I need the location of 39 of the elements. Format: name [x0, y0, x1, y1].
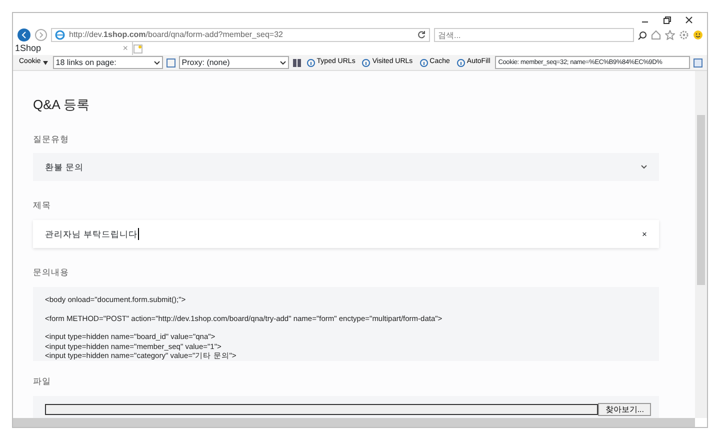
close-icon[interactable]	[685, 16, 693, 24]
browser-logo-icon	[55, 30, 65, 40]
file-path-field[interactable]	[45, 404, 598, 415]
chevron-icon	[641, 165, 647, 170]
file-upload-field[interactable]: 찾아보기...	[33, 396, 659, 418]
refresh-icon[interactable]	[417, 30, 426, 40]
horizontal-scrollbar[interactable]	[13, 418, 695, 427]
back-icon[interactable]	[17, 28, 31, 42]
home-icon[interactable]	[651, 30, 661, 40]
field-label: 질문유형	[33, 132, 70, 146]
forward-icon[interactable]	[35, 29, 47, 41]
restore-icon[interactable]	[663, 16, 671, 24]
info-icon	[456, 58, 465, 66]
page-title: Q&A 등록	[33, 96, 90, 114]
info-icon	[362, 58, 370, 66]
search-icon[interactable]	[638, 30, 647, 40]
smiley-icon[interactable]	[693, 30, 703, 40]
star-icon[interactable]	[665, 30, 675, 40]
clear-button[interactable]: ×	[642, 228, 647, 240]
chevron-icon	[154, 60, 160, 64]
vertical-scrollbar[interactable]	[695, 71, 707, 418]
field-label: 파일	[33, 374, 52, 388]
browser-tab[interactable]: 1Shop ×	[13, 42, 133, 56]
info-icon	[420, 58, 428, 66]
scrollbar-thumb[interactable]	[697, 115, 705, 285]
info-icon	[306, 58, 315, 66]
search-field[interactable]: 검색...	[434, 28, 634, 42]
address-field[interactable]: http://dev.1shop.com/board/qna/form-add?member_seq=32	[51, 28, 430, 42]
links-dropdown[interactable]: 18 links on page:	[52, 56, 163, 69]
chevron-icon	[280, 60, 286, 64]
text-field[interactable]: 관리자님 부탁드립니다 ×	[33, 220, 659, 248]
dropdown-field[interactable]: 환불 문의	[33, 153, 659, 182]
field-label: 문의내용	[33, 266, 70, 279]
caret-icon	[42, 60, 48, 64]
browse-button[interactable]: 찾아보기...	[598, 403, 651, 416]
proxy-dropdown[interactable]: Proxy: (none)	[178, 56, 289, 69]
settings-icon[interactable]	[679, 30, 689, 40]
field-label: 제목	[33, 199, 52, 212]
tab-title: 1Shop	[15, 42, 42, 56]
